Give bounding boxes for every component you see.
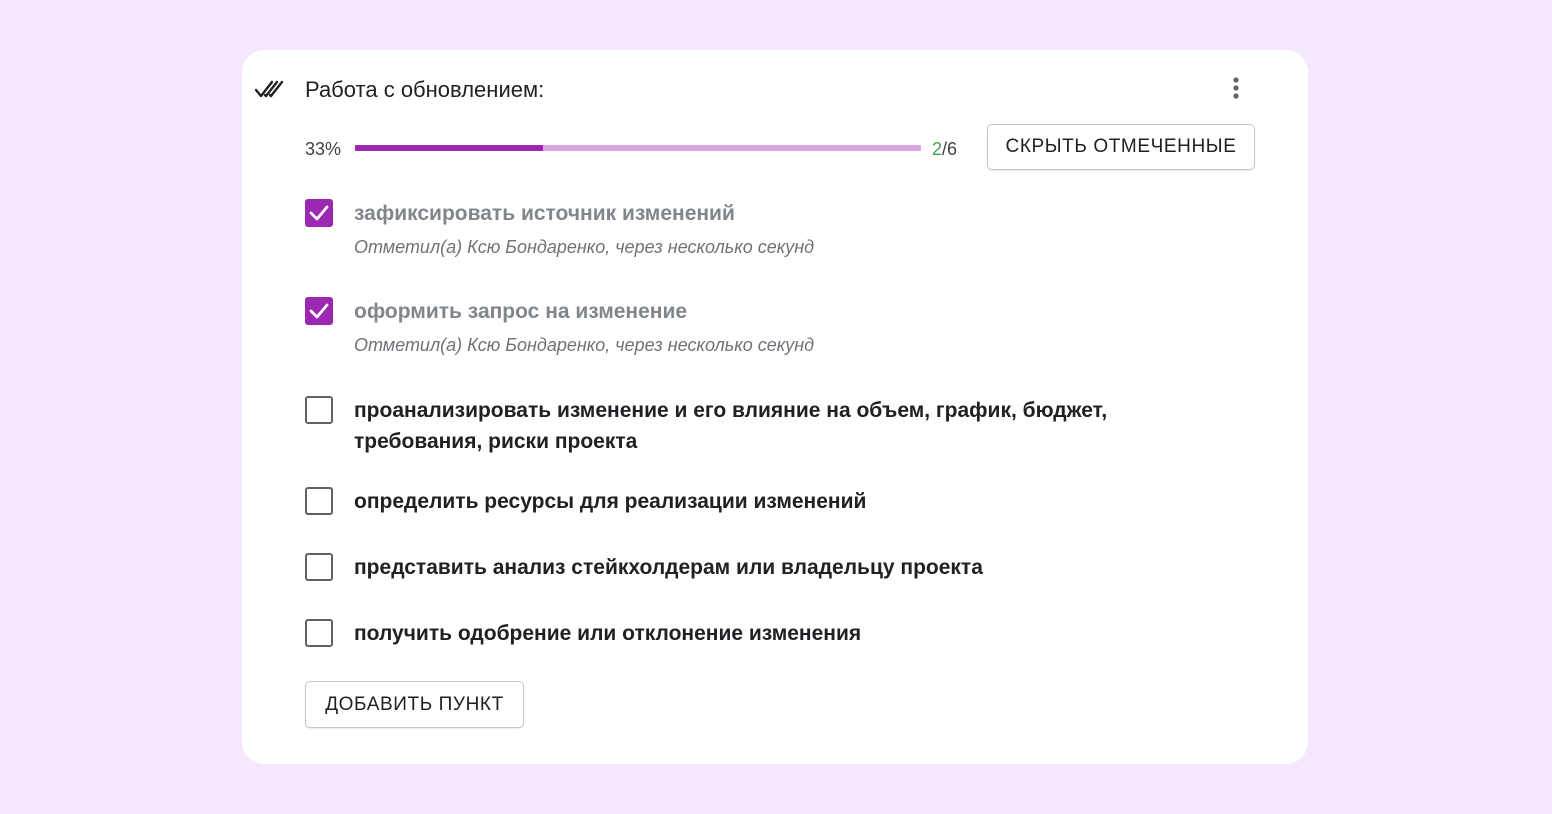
item-text[interactable]: определить ресурсы для реализации измене… [354,486,1184,517]
item-checked-by: Отметил(а) Ксю Бондаренко, через несколь… [354,335,815,355]
item-text[interactable]: проанализировать изменение и его влияние… [354,395,1184,457]
hide-checked-button[interactable]: СКРЫТЬ ОТМЕЧЕННЫЕ [987,124,1255,170]
progress-bar-fill [355,145,544,151]
progress-bar [355,145,921,151]
item-checkbox[interactable] [305,199,333,227]
double-check-icon [254,77,288,101]
item-checkbox[interactable] [305,487,333,515]
item-checkbox[interactable] [305,619,333,647]
checkmark-icon [309,303,329,319]
checkmark-icon [309,205,329,221]
progress-count: 2/6 [932,138,957,160]
item-checkbox[interactable] [305,297,333,325]
more-vertical-icon[interactable] [1220,72,1252,106]
item-checkbox[interactable] [305,553,333,581]
item-checkbox[interactable] [305,396,333,424]
checklist-card: Работа с обновлением: 33% 2/6 СКРЫТЬ ОТМ… [242,50,1308,764]
item-text[interactable]: оформить запрос на изменение [354,296,1184,327]
progress-total-count: /6 [942,139,958,159]
item-text[interactable]: получить одобрение или отклонение измене… [354,618,1184,649]
item-text[interactable]: зафиксировать источник изменений [354,198,1184,229]
progress-percent: 33% [305,139,342,159]
item-checked-by: Отметил(а) Ксю Бондаренко, через несколь… [354,237,815,257]
item-text[interactable]: представить анализ стейкхолдерам или вла… [354,552,1184,583]
add-item-button[interactable]: ДОБАВИТЬ ПУНКТ [305,681,524,728]
checklist-title: Работа с обновлением: [305,77,545,102]
progress-done-count: 2 [932,139,943,159]
checklist-header: Работа с обновлением: [242,50,1308,130]
